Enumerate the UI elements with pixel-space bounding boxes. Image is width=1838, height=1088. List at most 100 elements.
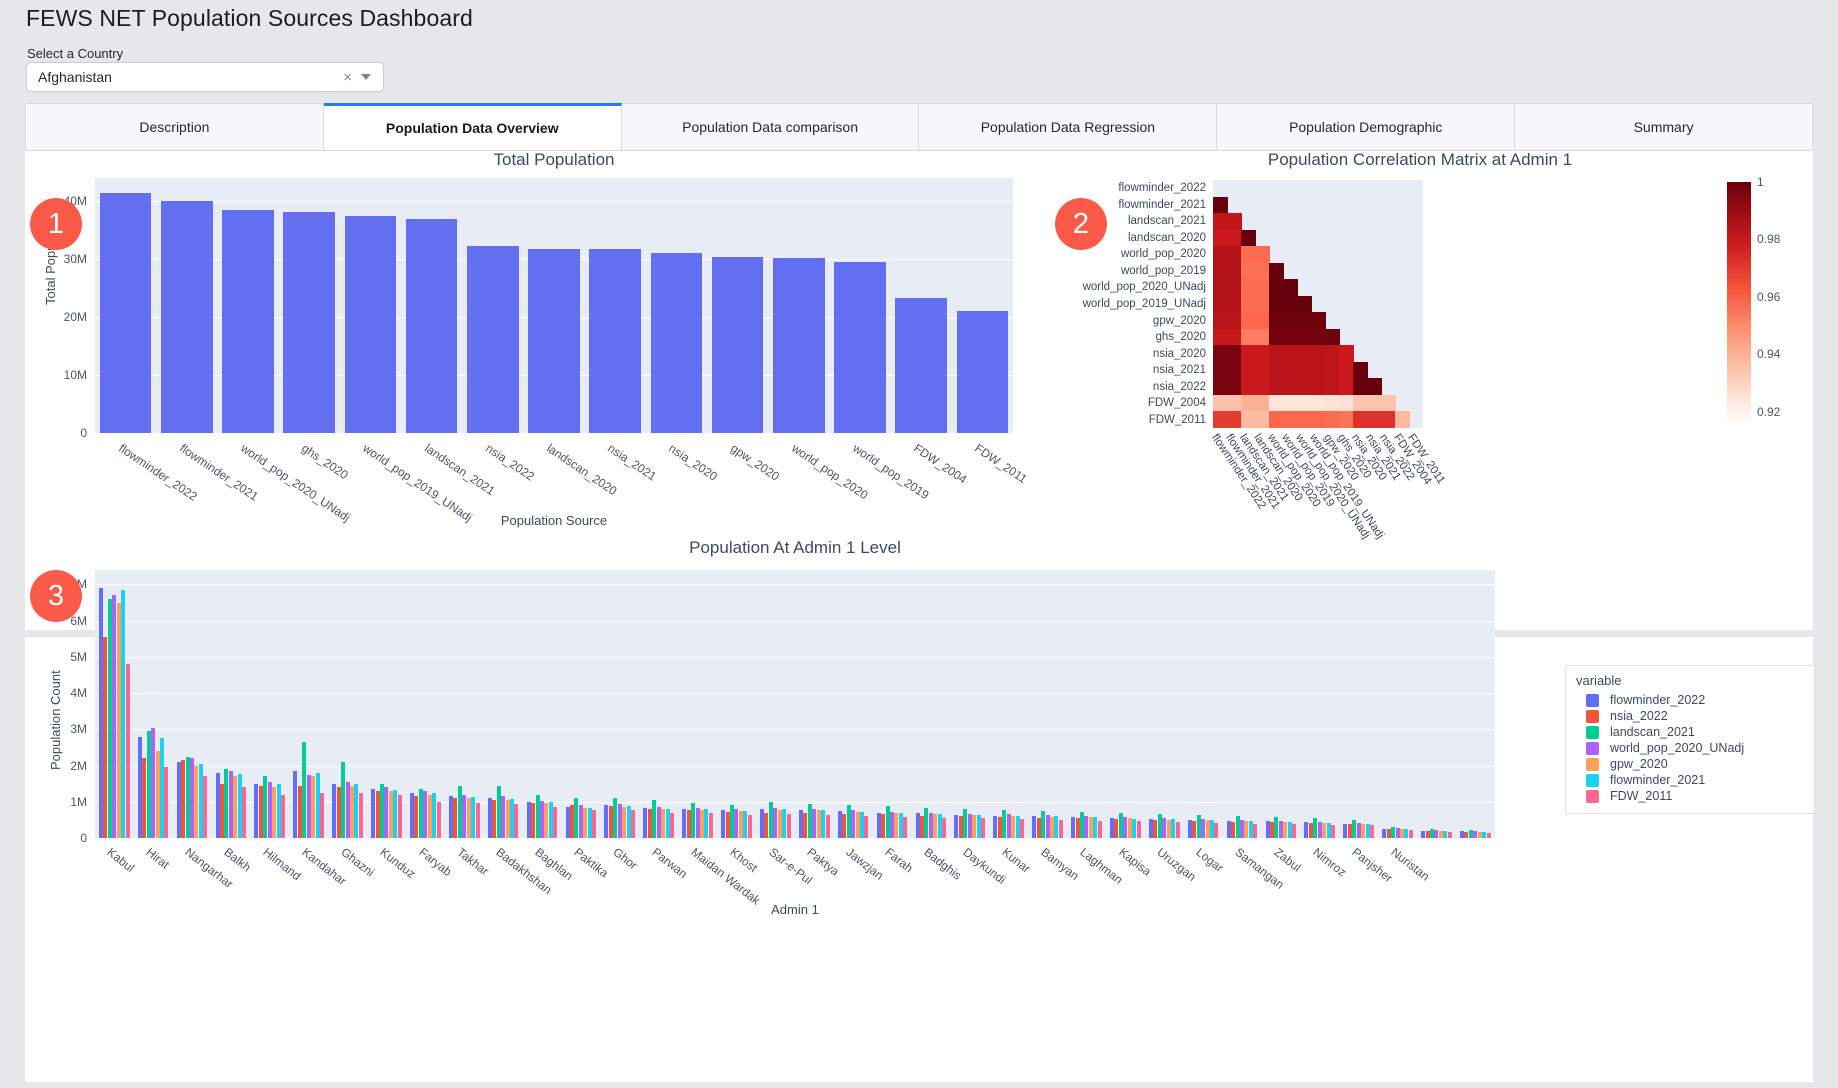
bar[interactable] — [661, 809, 665, 838]
bar[interactable] — [734, 809, 738, 838]
heatmap-cell[interactable] — [1353, 378, 1368, 395]
bar[interactable] — [1214, 823, 1218, 838]
heatmap-cell[interactable] — [1297, 362, 1312, 379]
heatmap-cell[interactable] — [1339, 395, 1354, 412]
bar[interactable] — [1050, 817, 1054, 838]
heatmap-cell[interactable] — [1213, 362, 1228, 379]
bar[interactable] — [359, 793, 363, 838]
bar[interactable] — [895, 298, 946, 433]
bar[interactable] — [821, 810, 825, 838]
bar[interactable] — [419, 789, 423, 838]
bar[interactable] — [652, 800, 656, 838]
bar[interactable] — [393, 790, 397, 838]
heatmap-cell[interactable] — [1255, 395, 1270, 412]
bar[interactable] — [528, 249, 579, 433]
heatmap-cell[interactable] — [1255, 345, 1270, 362]
bar[interactable] — [410, 793, 414, 838]
heatmap-cell[interactable] — [1325, 345, 1340, 362]
bar[interactable] — [1434, 830, 1438, 838]
bar[interactable] — [1361, 824, 1365, 838]
bar[interactable] — [1478, 832, 1482, 838]
bar[interactable] — [651, 253, 702, 433]
bar[interactable] — [414, 796, 418, 838]
heatmap-cell[interactable] — [1213, 345, 1228, 362]
bar[interactable] — [506, 800, 510, 838]
bar[interactable] — [1227, 821, 1231, 838]
bar[interactable] — [1123, 817, 1127, 838]
bar[interactable] — [311, 776, 315, 838]
bar[interactable] — [977, 815, 981, 838]
heatmap-cell[interactable] — [1227, 296, 1242, 313]
bar[interactable] — [1197, 815, 1201, 838]
bar[interactable] — [570, 805, 574, 838]
bar[interactable] — [1046, 815, 1050, 838]
bar[interactable] — [190, 758, 194, 838]
bar[interactable] — [238, 774, 242, 838]
bar[interactable] — [618, 804, 622, 838]
bar[interactable] — [799, 810, 803, 838]
bar[interactable] — [138, 737, 142, 838]
clear-icon[interactable]: × — [343, 70, 352, 85]
bar[interactable] — [398, 795, 402, 838]
bar[interactable] — [1304, 822, 1308, 838]
heatmap-cell[interactable] — [1255, 279, 1270, 296]
heatmap-cell[interactable] — [1297, 329, 1312, 346]
bar[interactable] — [592, 810, 596, 838]
bar[interactable] — [643, 808, 647, 838]
bar[interactable] — [229, 771, 233, 838]
heatmap-cell[interactable] — [1339, 411, 1354, 428]
bar[interactable] — [1274, 817, 1278, 838]
bar[interactable] — [332, 784, 336, 838]
bar[interactable] — [1240, 820, 1244, 838]
bar[interactable] — [998, 817, 1002, 838]
bar[interactable] — [302, 742, 306, 838]
bar[interactable] — [613, 798, 617, 838]
bar[interactable] — [1409, 830, 1413, 838]
bar[interactable] — [916, 813, 920, 838]
bar[interactable] — [1236, 816, 1240, 838]
bar[interactable] — [1171, 819, 1175, 838]
heatmap-cell[interactable] — [1213, 246, 1228, 263]
heatmap-cell[interactable] — [1297, 345, 1312, 362]
heatmap-cell[interactable] — [1213, 213, 1228, 230]
bar[interactable] — [354, 784, 358, 838]
heatmap-cell[interactable] — [1269, 296, 1284, 313]
bar[interactable] — [787, 814, 791, 838]
bar[interactable] — [100, 193, 151, 433]
bar[interactable] — [566, 807, 570, 838]
bar[interactable] — [203, 776, 207, 838]
heatmap-cell[interactable] — [1213, 395, 1228, 412]
bar[interactable] — [467, 798, 471, 838]
bar[interactable] — [1366, 824, 1370, 838]
bar[interactable] — [847, 805, 851, 838]
bar[interactable] — [186, 757, 190, 838]
bar[interactable] — [1016, 816, 1020, 838]
bar[interactable] — [117, 603, 121, 838]
bar[interactable] — [220, 784, 224, 838]
bar[interactable] — [1020, 819, 1024, 838]
bar[interactable] — [1176, 822, 1180, 838]
heatmap-cell[interactable] — [1339, 345, 1354, 362]
bar[interactable] — [864, 816, 868, 838]
heatmap-cell[interactable] — [1269, 279, 1284, 296]
bar[interactable] — [1343, 824, 1347, 838]
bar[interactable] — [1206, 820, 1210, 838]
bar[interactable] — [1041, 811, 1045, 838]
bar[interactable] — [1448, 832, 1452, 838]
bar[interactable] — [748, 815, 752, 838]
heatmap-cell[interactable] — [1367, 378, 1382, 395]
heatmap-cell[interactable] — [1241, 362, 1256, 379]
bar[interactable] — [721, 810, 725, 838]
bar[interactable] — [449, 796, 453, 838]
bar[interactable] — [712, 257, 763, 433]
bar[interactable] — [1439, 831, 1443, 838]
bar[interactable] — [164, 767, 168, 838]
heatmap-cell[interactable] — [1213, 411, 1228, 428]
bar[interactable] — [428, 795, 432, 838]
bar[interactable] — [1244, 821, 1248, 838]
bar[interactable] — [1153, 820, 1157, 838]
bar[interactable] — [161, 201, 212, 433]
bar[interactable] — [156, 751, 160, 838]
bar[interactable] — [1266, 821, 1270, 838]
bar[interactable] — [293, 771, 297, 838]
